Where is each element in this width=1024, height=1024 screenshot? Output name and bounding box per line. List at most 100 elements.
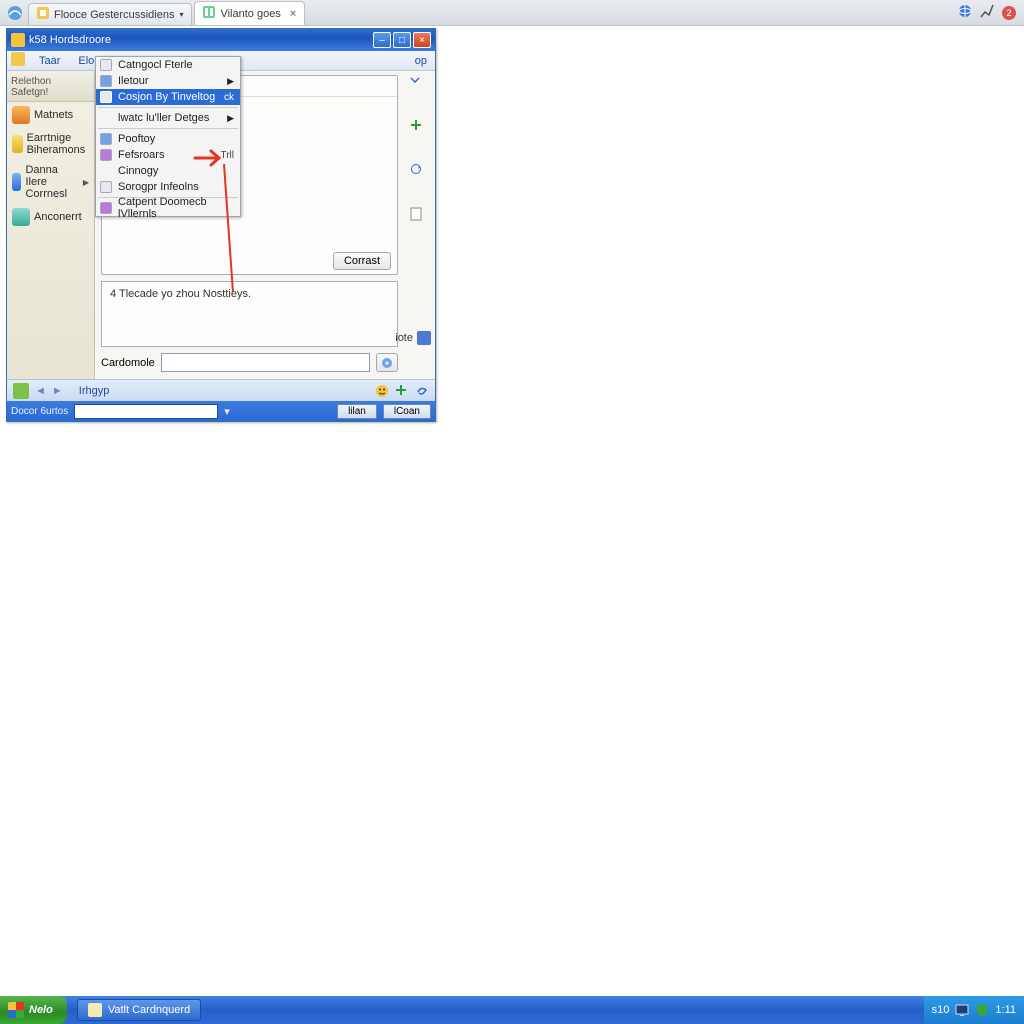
- status-attach-icon[interactable]: [415, 384, 429, 398]
- status-nav-back-icon[interactable]: ◄: [35, 385, 46, 397]
- menu-item-catngocl[interactable]: Catngocl Fterle: [96, 57, 240, 73]
- menu-item-icon: [100, 181, 112, 193]
- taskbar-item-label: Vatlt Cardnquerd: [108, 1004, 190, 1016]
- browser-tab-1[interactable]: Flooce Gestercussidiens ▾: [28, 3, 192, 25]
- menu-item-icon: [100, 149, 112, 161]
- menu-item-icon: [100, 91, 112, 103]
- note-body: 4 Tlecade yo zhou Nosttieys.: [101, 281, 398, 347]
- status-nav-fwd-icon[interactable]: ►: [52, 385, 63, 397]
- address-action-1[interactable]: lilan: [337, 404, 377, 419]
- tab-label: Vilanto goes: [220, 8, 280, 20]
- status-plus-icon[interactable]: [395, 384, 409, 398]
- sidebar-item-2[interactable]: Danna Ilere Corrnesl ▶: [7, 160, 94, 204]
- sidebar-item-label: Danna Ilere Corrnesl: [25, 164, 78, 200]
- address-label: Docor 6urtos: [11, 406, 68, 417]
- menu-item-pooftoy[interactable]: Pooftoy: [96, 131, 240, 147]
- chevron-right-icon: ▶: [83, 178, 89, 187]
- browser-toolbar-right: 2: [958, 4, 1016, 21]
- tab-favicon-icon: [37, 7, 49, 22]
- sidebar-item-label: Matnets: [34, 109, 73, 121]
- sidebar-item-icon: [12, 135, 23, 153]
- menu-item-label: Sorogpr Infeolns: [118, 181, 199, 193]
- close-button[interactable]: ×: [413, 32, 431, 48]
- signal-icon[interactable]: [980, 4, 994, 21]
- add-icon[interactable]: [410, 119, 424, 133]
- address-bar: Docor 6urtos ▾ lilan lCoan: [7, 401, 435, 421]
- menu-item-label: Fefsroars: [118, 149, 164, 161]
- window-app-icon: [11, 33, 25, 47]
- confirm-button[interactable]: Corrast: [333, 252, 391, 270]
- menubar-back-icon[interactable]: [11, 52, 25, 69]
- window-status-strip: ◄ ► Irhgyp: [7, 379, 435, 401]
- sidebar-item-3[interactable]: Anconerrt: [7, 204, 94, 230]
- menu-item-label: Catpent Doomecb lVllernls: [118, 196, 234, 220]
- menu-item-1[interactable]: Taar: [35, 53, 64, 69]
- menu-item-icon: [100, 59, 112, 71]
- note-bottom-label: iote: [395, 332, 413, 344]
- address-dropdown-icon[interactable]: ▾: [224, 405, 230, 418]
- menu-item-cosjon[interactable]: Cosjon By Tinveltog ck: [96, 89, 240, 105]
- tray-clock[interactable]: 1:11: [995, 1004, 1016, 1016]
- menu-item-label: Cosjon By Tinveltog: [118, 91, 215, 103]
- submenu-arrow-icon: ▶: [227, 76, 234, 87]
- right-tool-column: [403, 75, 431, 221]
- tab-close-icon[interactable]: ×: [290, 8, 296, 20]
- minimize-button[interactable]: –: [373, 32, 391, 48]
- menu-separator: [98, 107, 238, 108]
- tab-dropdown-caret-icon[interactable]: ▾: [179, 10, 183, 19]
- dropdown-caret-icon[interactable]: [410, 75, 424, 89]
- sidebar-item-icon: [12, 106, 30, 124]
- note-bottom-strip: iote: [395, 331, 431, 345]
- sidebar-item-1[interactable]: Earrtnige Biheramons: [7, 128, 94, 160]
- browser-tab-strip: Flooce Gestercussidiens ▾ Vilanto goes ×…: [0, 0, 1024, 26]
- menu-item-shortcut: ck: [224, 92, 234, 103]
- status-emoji-icon[interactable]: [375, 384, 389, 398]
- taskbar-item-1[interactable]: Vatlt Cardnquerd: [77, 999, 201, 1021]
- window-title: k58 Hordsdroore: [29, 34, 111, 46]
- tray-monitor-icon[interactable]: [955, 1003, 969, 1017]
- combo-go-button[interactable]: [376, 353, 398, 372]
- menu-item-iwatc[interactable]: lwatc lu'ller Detges▶: [96, 110, 240, 126]
- address-input[interactable]: [74, 404, 218, 419]
- sidebar: Relethon Safetgn! Matnets Earrtnige Bihe…: [7, 71, 95, 379]
- refresh-icon[interactable]: [410, 163, 424, 177]
- menu-item-label: Iletour: [118, 75, 149, 87]
- notification-badge[interactable]: 2: [1002, 6, 1016, 20]
- tray-shield-icon[interactable]: [975, 1003, 989, 1017]
- sidebar-item-0[interactable]: Matnets: [7, 102, 94, 128]
- context-menu: Catngocl Fterle Iletour ▶ Cosjon By Tinve…: [95, 56, 241, 217]
- system-tray: s10 1:11: [924, 996, 1024, 1024]
- menu-item-icon: [100, 133, 112, 145]
- maximize-button[interactable]: □: [393, 32, 411, 48]
- address-action-2[interactable]: lCoan: [383, 404, 431, 419]
- tray-label: s10: [932, 1004, 950, 1016]
- browser-tab-2[interactable]: Vilanto goes ×: [194, 1, 305, 25]
- menu-item-help[interactable]: op: [415, 55, 431, 67]
- globe-icon[interactable]: [958, 4, 972, 21]
- annotation-arrow-icon: [193, 148, 223, 171]
- menu-item-label: Catngocl Fterle: [118, 59, 193, 71]
- page-icon[interactable]: [410, 207, 424, 221]
- menu-item-catpent[interactable]: Catpent Doomecb lVllernls: [96, 200, 240, 216]
- sidebar-item-label: Anconerrt: [34, 211, 82, 223]
- sidebar-item-label: Earrtnige Biheramons: [27, 132, 89, 156]
- note-body-text: 4 Tlecade yo zhou Nosttieys.: [110, 288, 251, 300]
- status-app-icon[interactable]: [13, 383, 29, 399]
- status-label: Irhgyp: [79, 385, 110, 397]
- menu-item-icon: [100, 75, 112, 87]
- start-button[interactable]: Nelo: [0, 996, 67, 1024]
- sidebar-item-icon: [12, 173, 21, 191]
- windows-flag-icon: [8, 1002, 24, 1018]
- window-titlebar[interactable]: k58 Hordsdroore – □ ×: [7, 29, 435, 51]
- menu-item-iletour[interactable]: Iletour ▶: [96, 73, 240, 89]
- menu-item-icon: [100, 202, 112, 214]
- menu-item-sorogpr[interactable]: Sorogpr Infeolns: [96, 179, 240, 195]
- combo-input[interactable]: [161, 353, 370, 372]
- tab-label: Flooce Gestercussidiens: [54, 9, 174, 21]
- menu-separator: [98, 128, 238, 129]
- start-label: Nelo: [29, 1004, 53, 1016]
- note-bottom-icon[interactable]: [417, 331, 431, 345]
- tab-favicon-icon: [203, 6, 215, 21]
- menu-item-label: Cinnogy: [118, 165, 158, 177]
- browser-app-icon: [6, 4, 24, 22]
